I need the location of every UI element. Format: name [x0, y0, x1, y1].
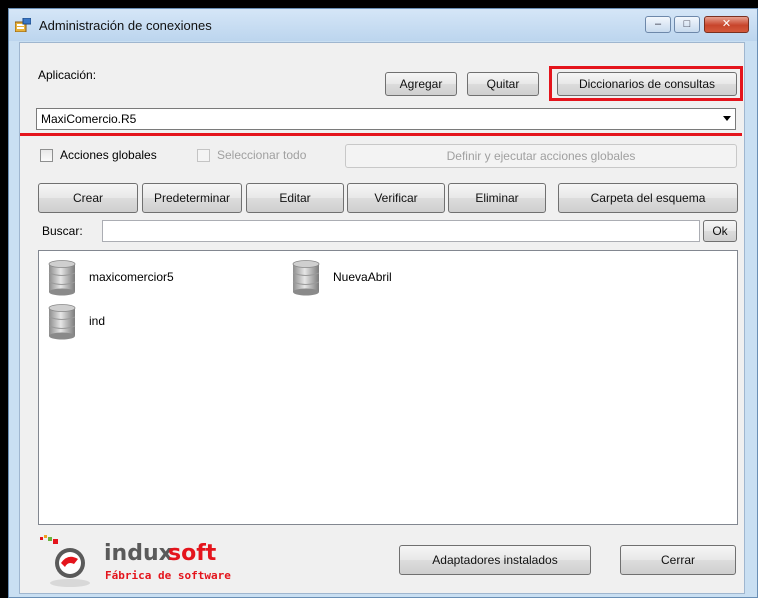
- database-icon: [48, 260, 76, 296]
- close-window-button[interactable]: ✕: [704, 16, 749, 33]
- close-button[interactable]: Cerrar: [620, 545, 736, 575]
- create-button[interactable]: Crear: [38, 183, 138, 213]
- database-icon: [48, 304, 76, 340]
- minimize-button[interactable]: –: [645, 16, 671, 33]
- screen-edge-top: [0, 0, 758, 8]
- highlight-dictionaries: [549, 66, 743, 101]
- highlight-underline: [20, 133, 742, 136]
- select-all-label: Seleccionar todo: [217, 148, 307, 162]
- connection-item[interactable]: maxicomercior5: [47, 258, 247, 298]
- remove-button[interactable]: Quitar: [467, 72, 539, 96]
- connections-window: Administración de conexiones – □ ✕ Aplic…: [8, 8, 758, 598]
- title-bar[interactable]: Administración de conexiones – □ ✕: [9, 9, 757, 41]
- chevron-down-icon: [723, 116, 731, 121]
- connection-name: NuevaAbril: [333, 270, 392, 284]
- define-global-actions-button[interactable]: Definir y ejecutar acciones globales: [345, 144, 737, 168]
- minimize-icon: –: [654, 18, 662, 30]
- logo-tagline: Fábrica de software: [105, 569, 231, 582]
- logo-brand-a: indux: [104, 541, 173, 566]
- select-all-checkbox[interactable]: [197, 149, 210, 162]
- maximize-button[interactable]: □: [674, 16, 700, 33]
- application-label: Aplicación:: [38, 68, 97, 82]
- connection-name: maxicomercior5: [89, 270, 174, 284]
- delete-button[interactable]: Eliminar: [448, 183, 546, 213]
- add-button[interactable]: Agregar: [385, 72, 457, 96]
- logo-brand-b: soft: [168, 541, 217, 566]
- search-input[interactable]: [102, 220, 700, 242]
- app-icon: [15, 18, 31, 32]
- schema-folder-button[interactable]: Carpeta del esquema: [558, 183, 738, 213]
- search-ok-button[interactable]: Ok: [703, 220, 737, 242]
- set-default-button[interactable]: Predeterminar: [142, 183, 242, 213]
- connections-list[interactable]: maxicomercior5 NuevaAbril ind: [38, 250, 738, 525]
- close-icon: ✕: [721, 18, 732, 30]
- window-title: Administración de conexiones: [39, 18, 212, 33]
- induxsoft-logo: indux soft Fábrica de software: [40, 531, 250, 591]
- database-icon: [292, 260, 320, 296]
- logo-icon: [40, 535, 90, 587]
- application-select[interactable]: MaxiComercio.R5: [36, 108, 736, 130]
- global-actions-checkbox[interactable]: [40, 149, 53, 162]
- global-actions-label: Acciones globales: [60, 148, 157, 162]
- application-select-value: MaxiComercio.R5: [41, 112, 137, 126]
- connection-name: ind: [89, 314, 106, 328]
- verify-button[interactable]: Verificar: [347, 183, 445, 213]
- connection-item[interactable]: ind: [47, 302, 247, 342]
- edit-button[interactable]: Editar: [246, 183, 344, 213]
- connection-item[interactable]: NuevaAbril: [291, 258, 491, 298]
- maximize-icon: □: [683, 18, 691, 30]
- screen-edge-left: [0, 0, 8, 598]
- client-area: Aplicación: Agregar Quitar Diccionarios …: [19, 42, 745, 594]
- installed-adapters-button[interactable]: Adaptadores instalados: [399, 545, 591, 575]
- search-label: Buscar:: [42, 224, 83, 238]
